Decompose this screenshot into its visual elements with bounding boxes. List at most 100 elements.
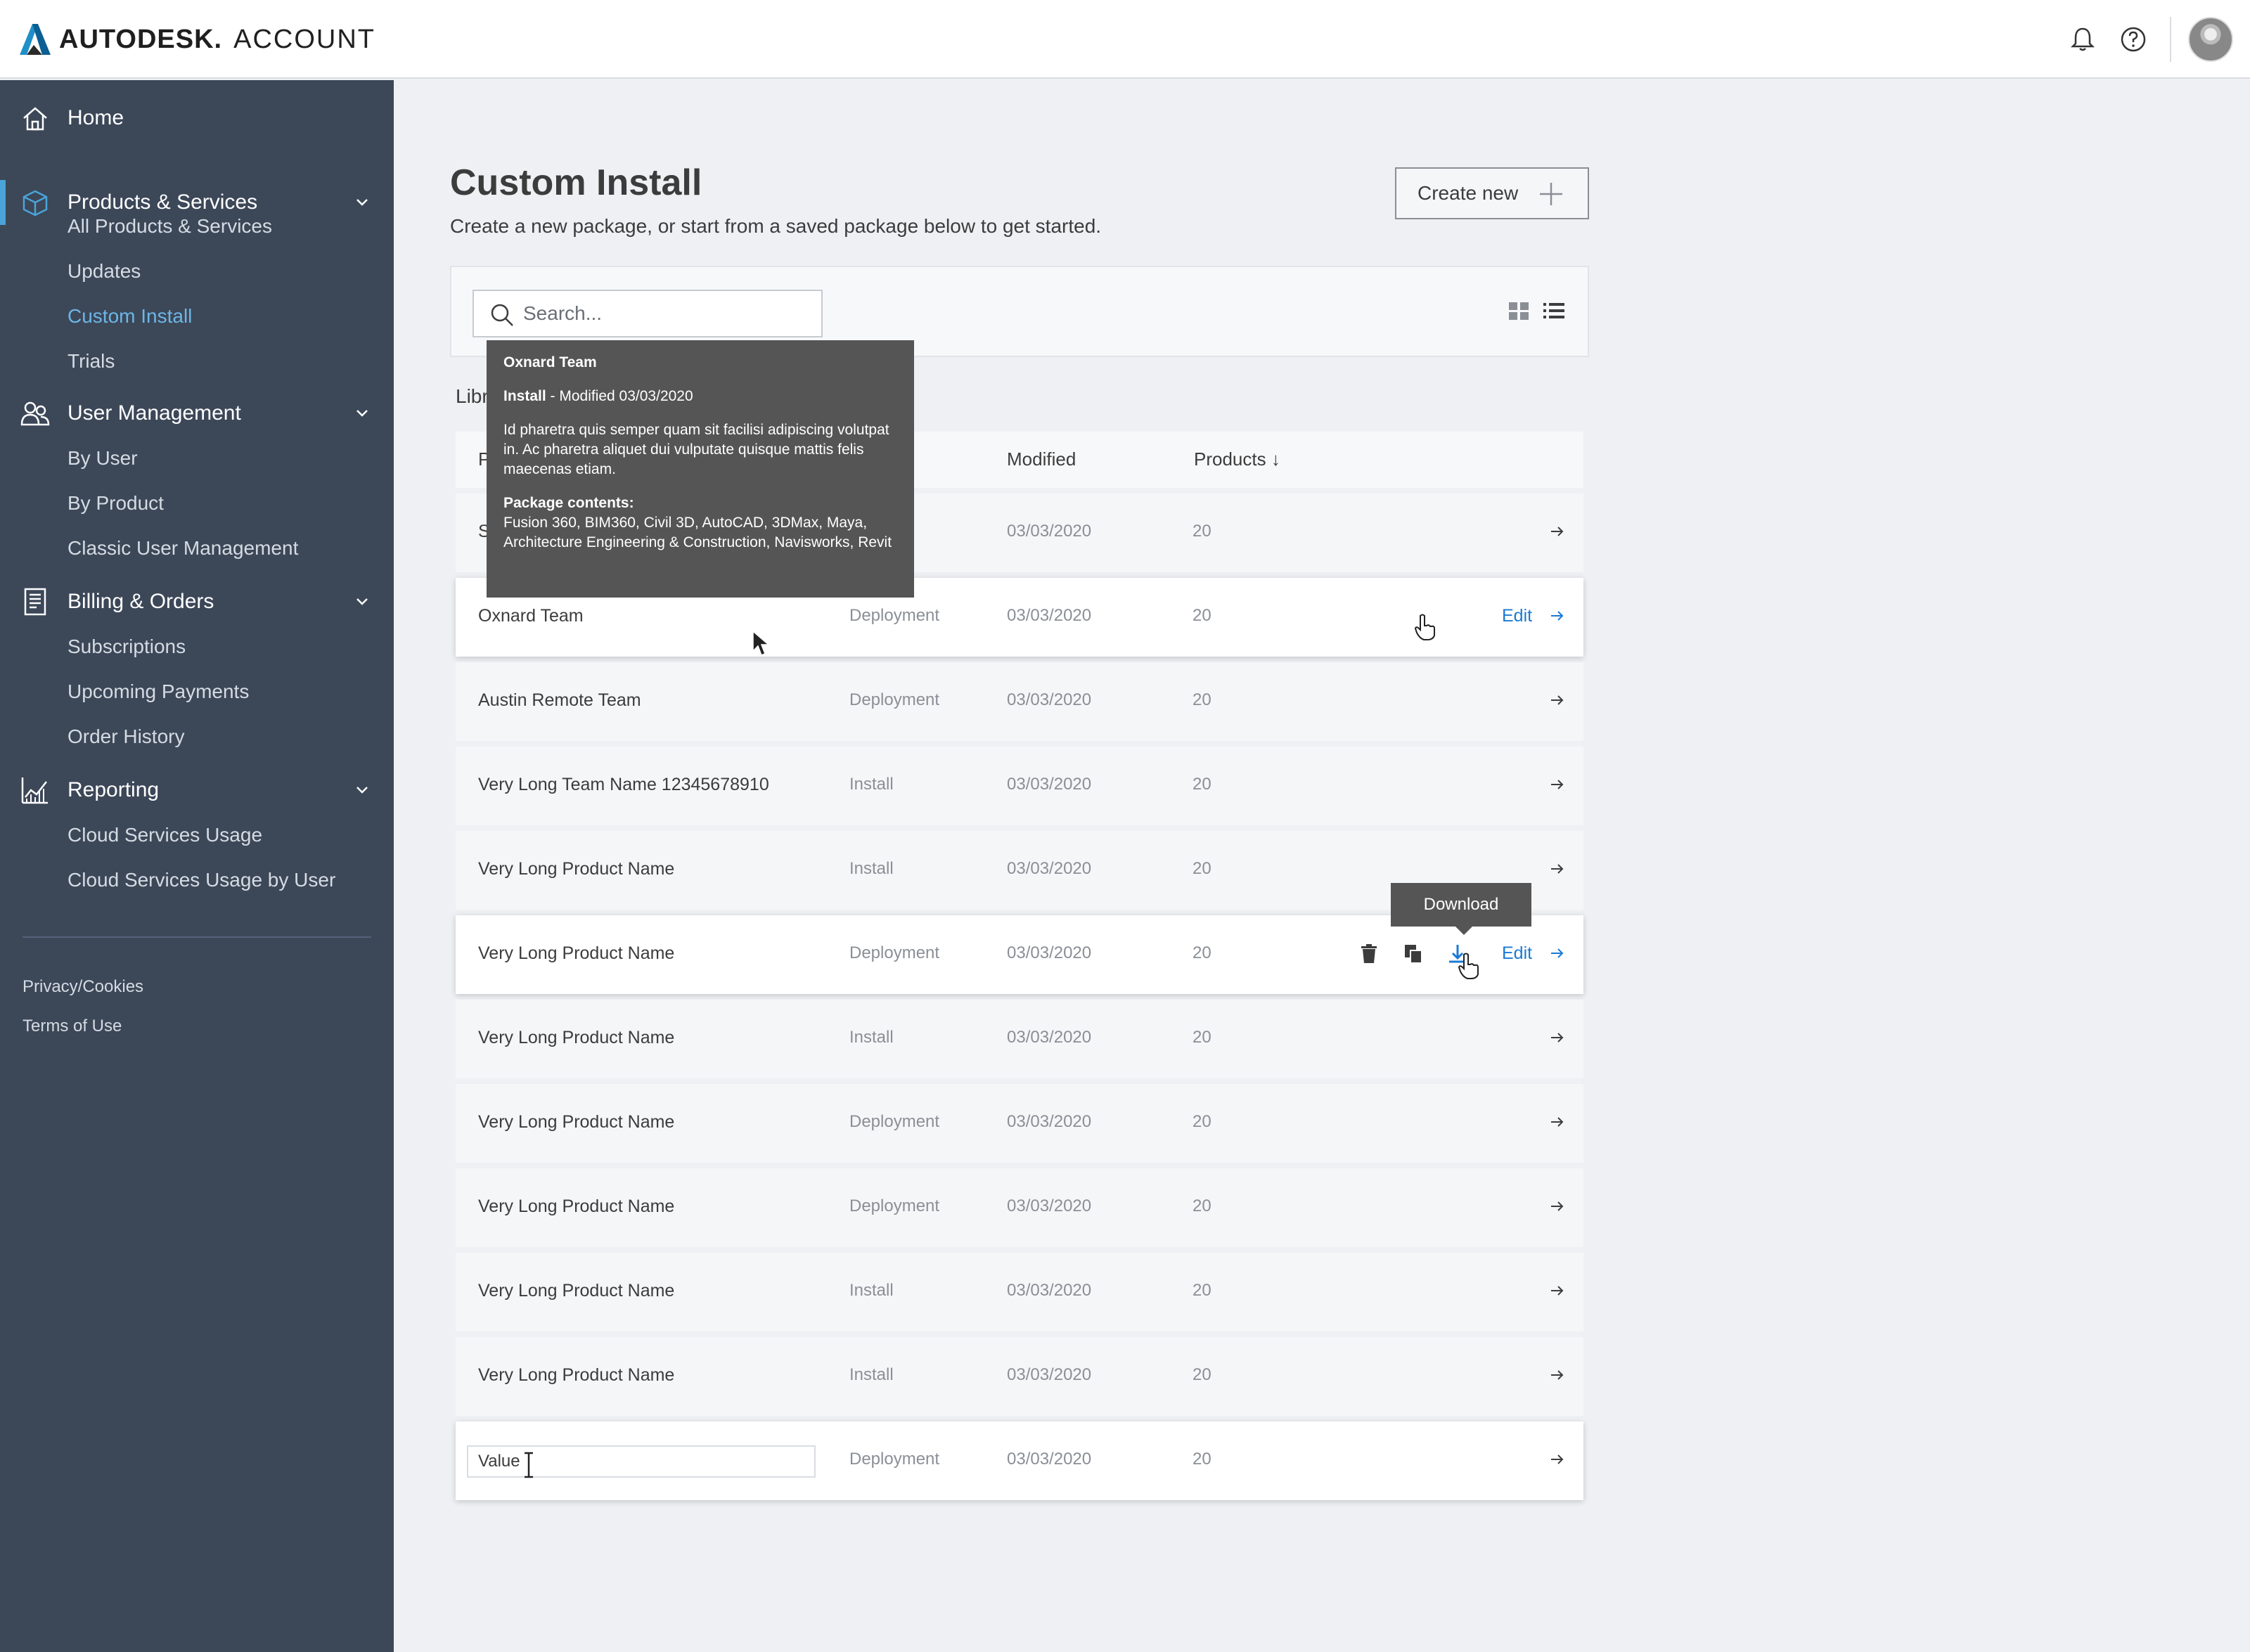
- tooltip-contents-label: Package contents:: [503, 495, 634, 511]
- column-header-modified[interactable]: Modified: [1007, 449, 1076, 470]
- package-type: Deployment: [849, 690, 940, 709]
- arrow-right-icon[interactable]: [1547, 1196, 1567, 1216]
- arrow-right-icon[interactable]: [1547, 522, 1567, 541]
- sidebar-item-classic-user-management[interactable]: Classic User Management: [68, 537, 298, 560]
- sidebar-item-billing-orders[interactable]: Billing & Orders: [0, 579, 394, 624]
- chevron-down-icon[interactable]: [352, 192, 373, 213]
- chevron-down-icon[interactable]: [352, 403, 373, 424]
- top-bar: AUTODESK. ACCOUNT: [0, 0, 2250, 79]
- package-modified: 03/03/2020: [1007, 943, 1092, 962]
- package-modified: 03/03/2020: [1007, 859, 1092, 878]
- privacy-cookies-link[interactable]: Privacy/Cookies: [22, 977, 143, 997]
- column-header-products[interactable]: Products ↓: [1194, 449, 1280, 470]
- download-tooltip: Download: [1391, 883, 1531, 935]
- copy-icon[interactable]: [1402, 942, 1426, 966]
- package-products: 20: [1192, 859, 1211, 878]
- chart-icon: [21, 777, 48, 804]
- table-row[interactable]: Very Long Product Name Install 03/03/202…: [456, 1253, 1583, 1331]
- package-modified: 03/03/2020: [1007, 1196, 1092, 1215]
- arrow-right-icon[interactable]: [1547, 1450, 1567, 1469]
- tooltip-description: Id pharetra quis semper quam sit facilis…: [503, 422, 889, 477]
- table-row[interactable]: Austin Remote Team Deployment 03/03/2020…: [456, 662, 1583, 741]
- arrow-right-icon[interactable]: [1547, 1112, 1567, 1132]
- sidebar-item-order-history[interactable]: Order History: [68, 725, 184, 748]
- sidebar-item-by-user[interactable]: By User: [68, 447, 138, 470]
- sidebar-item-cloud-services-usage[interactable]: Cloud Services Usage: [68, 824, 262, 846]
- sidebar-item-upcoming-payments[interactable]: Upcoming Payments: [68, 680, 249, 703]
- arrow-right-icon[interactable]: [1547, 1028, 1567, 1047]
- package-products: 20: [1192, 606, 1211, 625]
- sidebar-item-subscriptions[interactable]: Subscriptions: [68, 635, 186, 658]
- package-name: Very Long Product Name: [478, 1028, 675, 1047]
- create-new-label: Create new: [1418, 182, 1519, 204]
- create-new-button[interactable]: Create new: [1395, 167, 1589, 219]
- table-row[interactable]: Very Long Team Name 12345678910 Install …: [456, 747, 1583, 825]
- package-type: Install: [849, 775, 894, 794]
- mouse-pointer-icon: [752, 630, 771, 656]
- search-box[interactable]: [472, 290, 823, 337]
- sidebar-item-label: Reporting: [68, 778, 160, 801]
- home-icon: [23, 107, 47, 131]
- arrow-right-icon[interactable]: [1547, 690, 1567, 710]
- tooltip-modified: - Modified 03/03/2020: [546, 388, 693, 404]
- package-name: Very Long Team Name 12345678910: [478, 775, 769, 794]
- package-products: 20: [1192, 690, 1211, 709]
- sidebar-item-trials[interactable]: Trials: [68, 350, 115, 373]
- sidebar-item-all-products[interactable]: All Products & Services: [68, 215, 272, 238]
- autodesk-logo-icon: [20, 24, 51, 55]
- arrow-right-icon[interactable]: [1547, 1365, 1567, 1385]
- table-row[interactable]: Deployment 03/03/2020 20: [456, 1421, 1583, 1500]
- sidebar-item-updates[interactable]: Updates: [68, 260, 141, 283]
- edit-link[interactable]: Edit: [1502, 606, 1532, 626]
- trash-icon[interactable]: [1357, 942, 1381, 966]
- grid-view-icon[interactable]: [1506, 298, 1531, 323]
- package-modified: 03/03/2020: [1007, 522, 1092, 541]
- sidebar: Home Products & Services All Products & …: [0, 80, 394, 1652]
- table-row[interactable]: Very Long Product Name Install 03/03/202…: [456, 1337, 1583, 1416]
- sidebar-item-label: Home: [68, 106, 124, 129]
- package-products: 20: [1192, 1450, 1211, 1469]
- sidebar-item-label: User Management: [68, 401, 241, 425]
- arrow-right-icon[interactable]: [1547, 943, 1567, 963]
- terms-of-use-link[interactable]: Terms of Use: [22, 1017, 122, 1036]
- hand-pointer-icon: [1414, 614, 1435, 640]
- table-row[interactable]: Very Long Product Name Install 03/03/202…: [456, 1000, 1583, 1078]
- search-input[interactable]: [523, 298, 811, 329]
- table-row[interactable]: Very Long Product Name Deployment 03/03/…: [456, 1168, 1583, 1247]
- package-name: Very Long Product Name: [478, 1365, 675, 1385]
- arrow-right-icon[interactable]: [1547, 1281, 1567, 1301]
- table-row[interactable]: Very Long Product Name Deployment 03/03/…: [456, 915, 1583, 994]
- tooltip-title: Oxnard Team: [503, 354, 597, 370]
- package-modified: 03/03/2020: [1007, 690, 1092, 709]
- sidebar-item-home[interactable]: Home: [0, 96, 394, 141]
- chevron-down-icon[interactable]: [352, 780, 373, 801]
- arrow-right-icon[interactable]: [1547, 859, 1567, 879]
- arrow-right-icon[interactable]: [1547, 775, 1567, 794]
- edit-link[interactable]: Edit: [1502, 943, 1532, 964]
- sidebar-divider: [22, 936, 371, 938]
- bell-icon[interactable]: [2066, 22, 2100, 56]
- package-products: 20: [1192, 1281, 1211, 1300]
- header-divider: [2170, 17, 2171, 62]
- package-modified: 03/03/2020: [1007, 775, 1092, 794]
- package-type: Install: [849, 1365, 894, 1384]
- sidebar-item-by-product[interactable]: By Product: [68, 492, 164, 515]
- sidebar-item-label: Products & Services: [68, 191, 258, 214]
- arrow-right-icon[interactable]: [1547, 606, 1567, 626]
- list-view-icon[interactable]: [1541, 298, 1567, 323]
- receipt-icon: [24, 588, 46, 616]
- package-name: Austin Remote Team: [478, 690, 641, 710]
- tooltip-contents: Fusion 360, BIM360, Civil 3D, AutoCAD, 3…: [503, 515, 892, 550]
- search-icon: [491, 304, 513, 326]
- help-icon[interactable]: [2116, 22, 2150, 56]
- sidebar-item-user-management[interactable]: User Management: [0, 391, 394, 436]
- sidebar-item-reporting[interactable]: Reporting: [0, 768, 394, 813]
- sidebar-item-custom-install[interactable]: Custom Install: [68, 305, 192, 328]
- chevron-down-icon[interactable]: [352, 591, 373, 612]
- sidebar-item-cloud-services-usage-by-user[interactable]: Cloud Services Usage by User: [68, 869, 335, 891]
- table-row[interactable]: Very Long Product Name Deployment 03/03/…: [456, 1084, 1583, 1163]
- text-cursor-icon: [525, 1452, 533, 1478]
- package-name-input[interactable]: [467, 1445, 816, 1478]
- avatar[interactable]: [2188, 17, 2233, 62]
- autodesk-logo[interactable]: AUTODESK. ACCOUNT: [17, 20, 375, 59]
